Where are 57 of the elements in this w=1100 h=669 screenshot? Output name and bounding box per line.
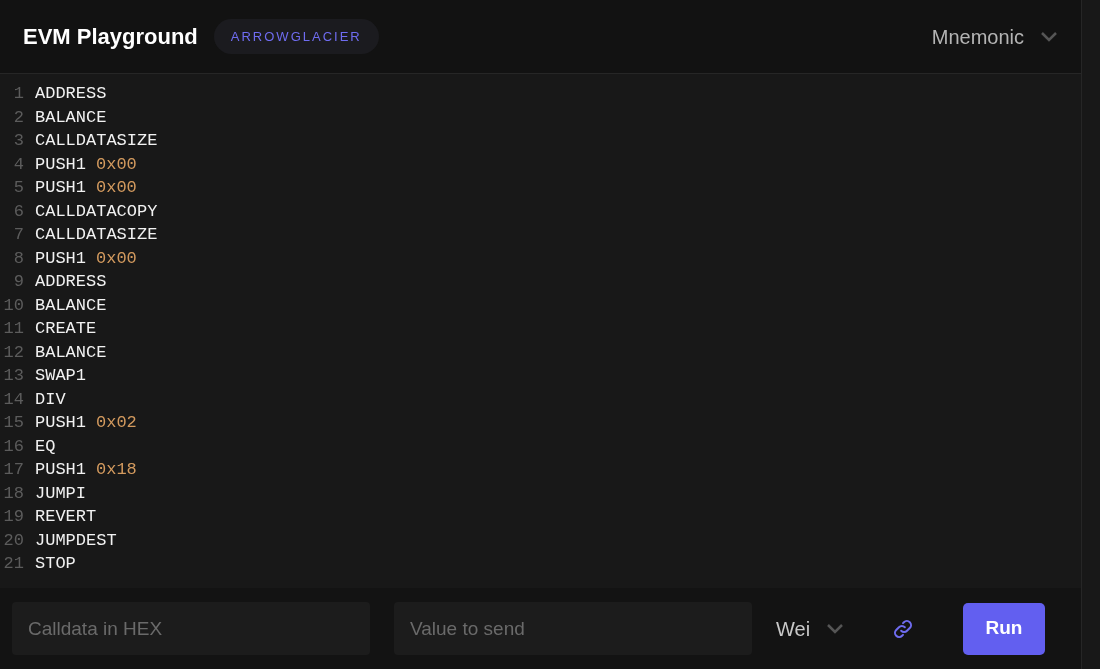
line-number: 5	[12, 177, 25, 199]
link-icon[interactable]	[892, 617, 915, 640]
line-number: 6	[12, 200, 25, 223]
line-number: 17	[2, 459, 25, 481]
line-number: 20	[2, 529, 25, 552]
line-number: 15	[2, 412, 25, 434]
line-number: 18	[2, 482, 25, 505]
line-number: 10	[2, 294, 25, 317]
opcode: BALANCE	[35, 106, 107, 129]
opcode: CALLDATASIZE	[35, 224, 158, 246]
opcode-argument: 0x00	[96, 247, 137, 270]
line-number: 9	[12, 271, 25, 293]
opcode-argument: 0x18	[96, 459, 137, 481]
opcode: STOP	[35, 553, 76, 575]
chevron-down-icon	[1040, 31, 1058, 42]
opcode-argument: 0x02	[96, 412, 137, 434]
fork-badge: ARROWGLACIER	[213, 18, 379, 55]
opcode: DIV	[35, 388, 66, 411]
opcode: PUSH1	[35, 177, 86, 199]
opcode: BALANCE	[35, 341, 107, 364]
opcode-argument: 0x00	[96, 177, 137, 199]
line-number: 3	[12, 130, 25, 152]
value-field[interactable]: Value to send	[394, 602, 752, 655]
line-number: 14	[2, 388, 25, 411]
unit-dropdown[interactable]: Wei	[776, 613, 845, 644]
opcode: ADDRESS	[35, 271, 107, 293]
line-number: 1	[12, 83, 25, 105]
opcode: CALLDATACOPY	[35, 200, 158, 223]
mode-dropdown[interactable]: Mnemonic	[931, 21, 1058, 52]
opcode: PUSH1	[35, 459, 86, 481]
line-number: 13	[2, 365, 25, 387]
line-number: 16	[2, 435, 25, 458]
opcode: REVERT	[35, 506, 97, 528]
opcode: CALLDATASIZE	[35, 130, 158, 152]
calldata-field[interactable]: Calldata in HEX	[12, 602, 370, 655]
line-number: 4	[12, 153, 25, 176]
opcode: ADDRESS	[35, 83, 107, 105]
opcode: JUMPI	[35, 482, 86, 505]
opcode: PUSH1	[35, 247, 86, 270]
opcode: BALANCE	[35, 294, 107, 317]
chevron-down-icon	[826, 623, 845, 634]
line-number: 7	[12, 224, 25, 246]
opcode-argument: 0x00	[96, 153, 137, 176]
app-title: EVM Playground	[23, 23, 198, 51]
opcode: EQ	[35, 435, 56, 458]
opcode: PUSH1	[35, 412, 86, 434]
line-number: 11	[2, 318, 25, 340]
line-number: 21	[2, 553, 25, 575]
line-number: 12	[2, 341, 25, 364]
opcode: JUMPDEST	[35, 529, 117, 552]
opcode: PUSH1	[35, 153, 86, 176]
opcode: SWAP1	[35, 365, 86, 387]
run-button[interactable]: Run	[963, 602, 1045, 655]
opcode: CREATE	[35, 318, 97, 340]
line-number: 19	[2, 506, 25, 528]
line-number: 8	[12, 247, 25, 270]
line-number: 2	[12, 106, 25, 129]
